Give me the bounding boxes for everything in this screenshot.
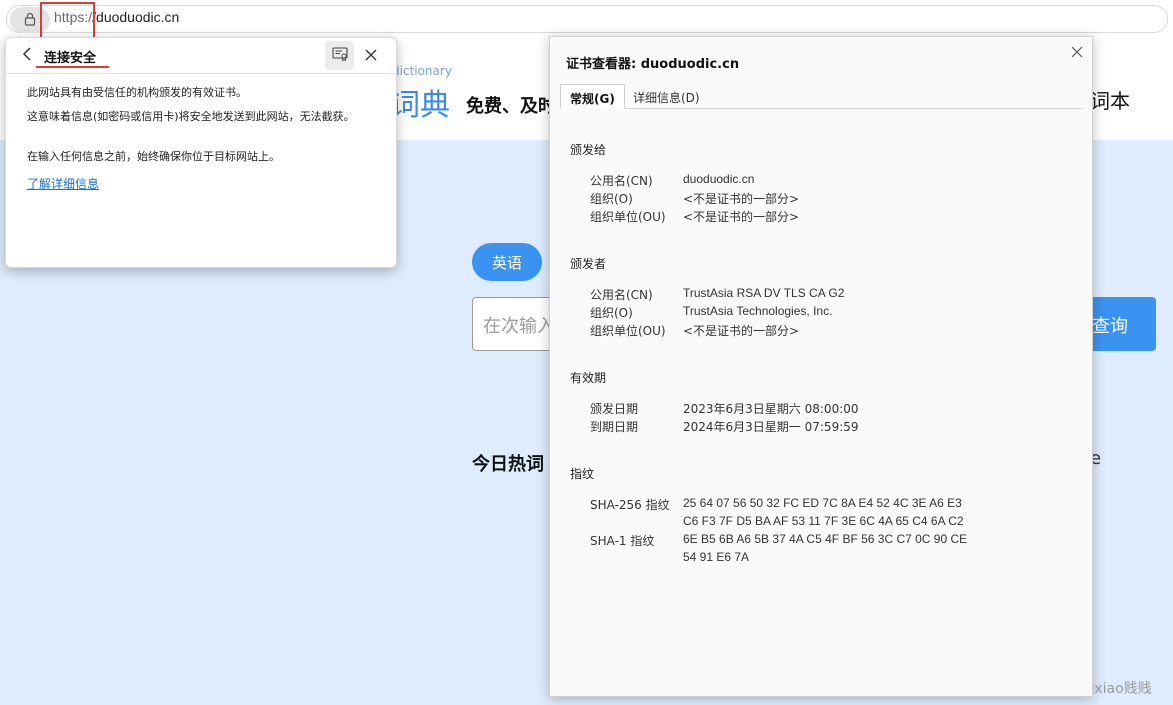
section-validity: 有效期 [570,371,607,385]
section-fingerprints: 指纹 [570,467,595,481]
vocab-link[interactable]: 词本 [1090,85,1130,114]
close-icon [365,45,377,66]
section-issued-to: 颁发给 [570,143,607,157]
flyout-close-button[interactable] [360,43,382,67]
certificate-viewer-dialog: 证书查看器: duoduodic.cn 常规(G) 详细信息(D) 颁发给 公用… [549,36,1093,697]
title-underline [36,66,109,68]
issued-to-o-label: 组织(O) [590,192,633,206]
site-slogan: 免费、及时 [466,96,556,117]
tab-divider [560,108,1084,109]
hot-words-title: 今日热词 [472,454,544,475]
connection-security-flyout: 连接安全 此网站具有由受信任的机构颁发的有效证书。 这意味着信息(如密码或信用卡… [5,37,397,268]
address-field[interactable] [6,5,1168,33]
back-button[interactable] [22,46,40,66]
lock-icon [24,12,36,29]
search-button[interactable]: 查询 [1092,297,1156,351]
close-icon [1071,42,1083,63]
issued-by-cn-value: TrustAsia RSA DV TLS CA G2 [683,286,845,300]
certificate-icon [331,47,348,64]
issued-to-ou-label: 组织单位(OU) [590,210,666,224]
highlight-box [40,2,95,41]
flyout-text-secure: 这意味着信息(如密码或信用卡)将安全地发送到此网站，无法截获。 [27,110,355,123]
issued-to-cn-label: 公用名(CN) [590,174,653,188]
issued-by-o-label: 组织(O) [590,306,633,320]
url-host: /duoduodic.cn [92,9,180,25]
chevron-left-icon [22,47,32,66]
sha256-value-line2: C6 F3 7F D5 BA AF 53 11 7F 3E 6C 4A 65 C… [683,514,964,528]
flyout-title: 连接安全 [44,51,97,66]
flyout-text-verify: 在输入任何信息之前，始终确保你位于目标网站上。 [27,150,280,163]
viewer-close-button[interactable] [1066,41,1088,63]
address-bar: https://duoduodic.cn [0,0,1173,41]
sha256-label: SHA-256 指纹 [590,498,670,512]
site-logo[interactable]: 词典 [390,80,450,124]
section-issued-by: 颁发者 [570,257,607,271]
language-button[interactable]: 英语 [472,243,542,281]
tab-general[interactable]: 常规(G) [560,84,625,109]
learn-more-link[interactable]: 了解详细信息 [27,175,99,192]
issued-by-o-value: TrustAsia Technologies, Inc. [683,304,833,318]
sha1-value-line1: 6E B5 6B A6 5B 37 4A C5 4F BF 56 3C C7 0… [683,532,968,546]
issued-to-o-value: <不是证书的一部分> [683,192,800,206]
flyout-header: 连接安全 [6,38,396,74]
expiry-date-label: 到期日期 [590,420,639,434]
expiry-date-value: 2024年6月3日星期一 07:59:59 [683,420,859,434]
issued-to-cn-value: duoduodic.cn [683,172,755,186]
sha256-value-line1: 25 64 07 56 50 32 FC ED 7C 8A E4 52 4C 3… [683,496,962,510]
certificate-button[interactable] [325,41,354,70]
issued-by-ou-value: <不是证书的一部分> [683,324,800,338]
issued-date-value: 2023年6月3日星期六 08:00:00 [683,402,859,416]
issued-to-ou-value: <不是证书的一部分> [683,210,800,224]
viewer-title: 证书查看器: duoduodic.cn [566,57,740,72]
issued-date-label: 颁发日期 [590,402,639,416]
logo-subtitle: dictionary [392,64,452,78]
tab-details[interactable]: 详细信息(D) [624,84,709,109]
issued-by-cn-label: 公用名(CN) [590,288,653,302]
sha1-label: SHA-1 指纹 [590,534,655,548]
issued-by-ou-label: 组织单位(OU) [590,324,666,338]
sha1-value-line2: 54 91 E6 7A [683,550,750,564]
flyout-text-valid-cert: 此网站具有由受信任的机构颁发的有效证书。 [27,86,247,99]
